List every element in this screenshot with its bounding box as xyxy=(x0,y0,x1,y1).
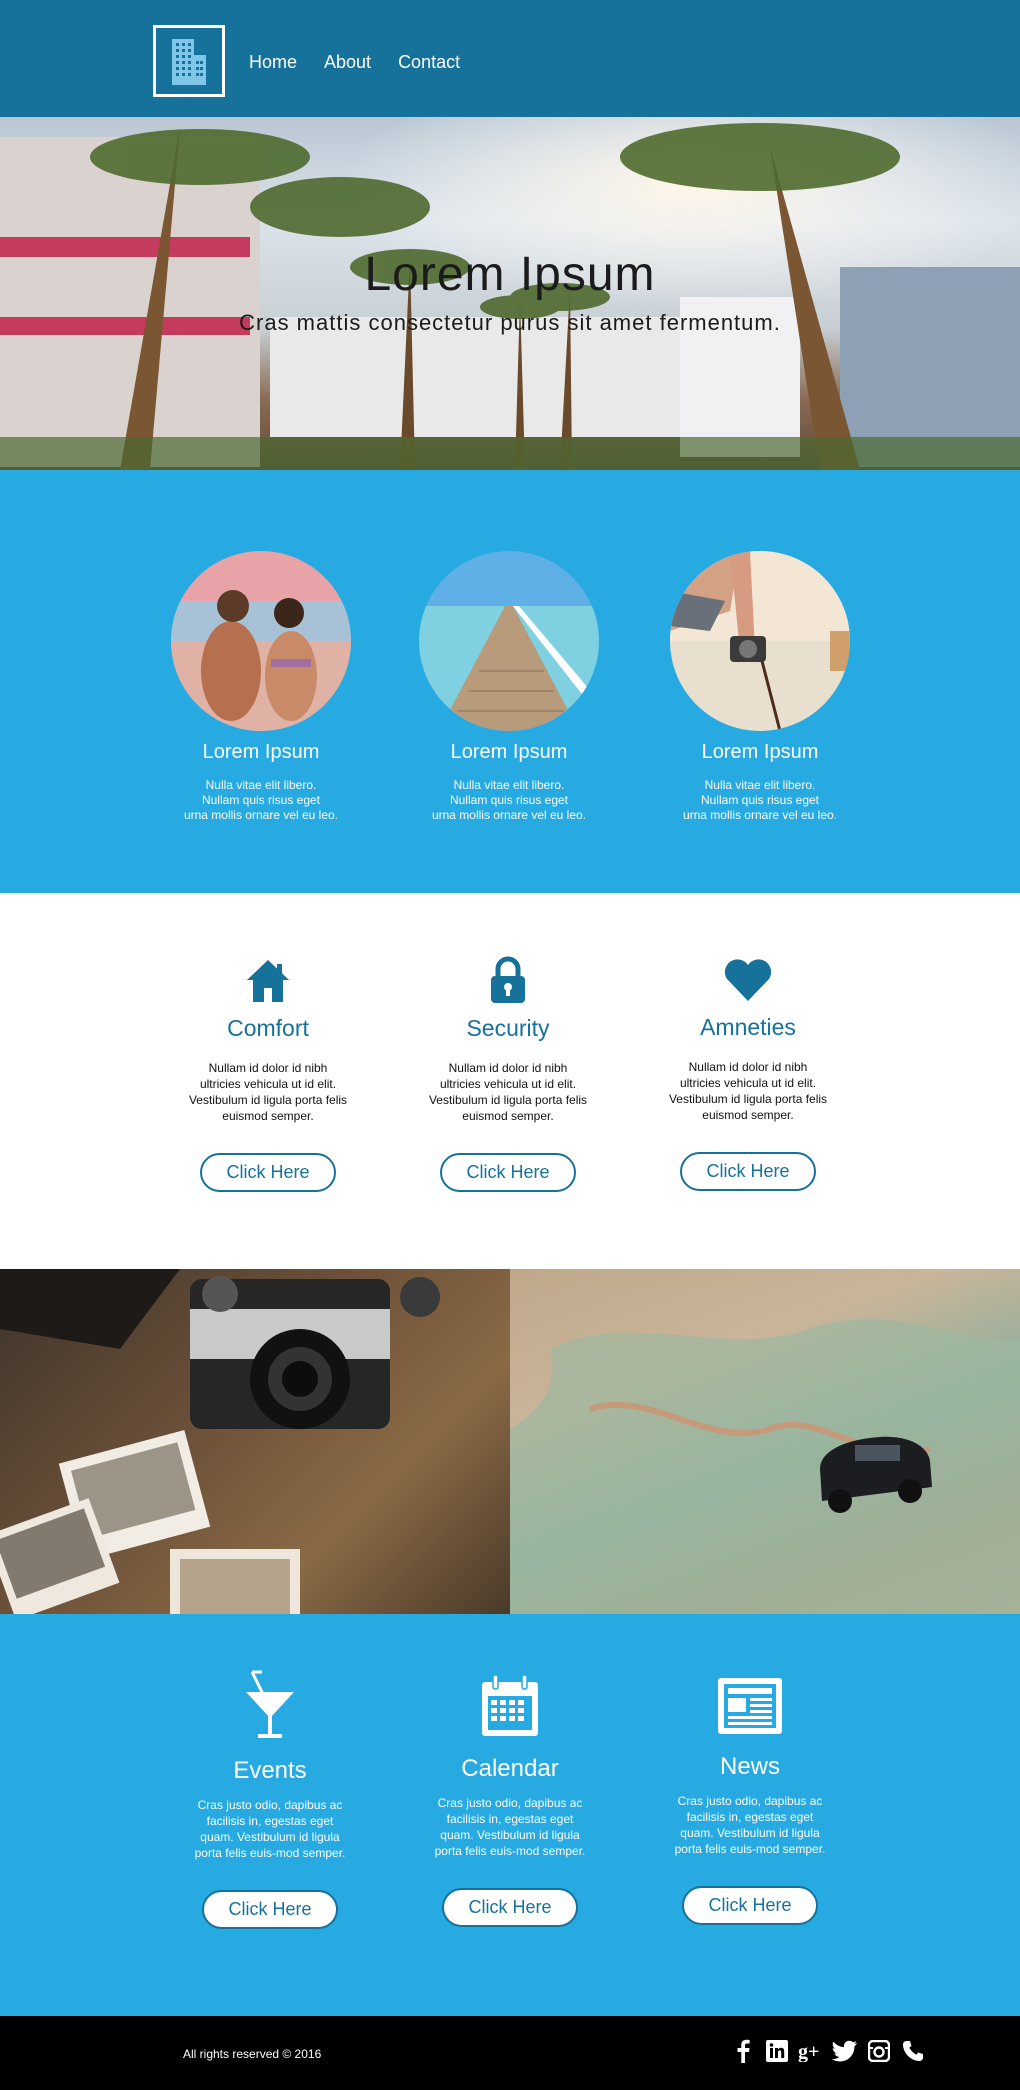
couple-beach-image[interactable] xyxy=(171,551,351,731)
calendar-click-button[interactable]: Click Here xyxy=(442,1888,578,1927)
news-click-button[interactable]: Click Here xyxy=(682,1886,818,1925)
service-card: Events Cras justo odio, dapibus ac facil… xyxy=(190,1670,350,1929)
service-title: News xyxy=(719,1753,780,1780)
main-nav: Home About Contact xyxy=(249,52,487,73)
events-click-button[interactable]: Click Here xyxy=(202,1890,338,1929)
newspaper-icon xyxy=(718,1678,782,1734)
feature-card: Lorem Ipsum Nulla vitae elit libero. Nul… xyxy=(650,551,870,823)
amenity-card: Comfort Nullam id dolor id nibh ultricie… xyxy=(188,958,348,1192)
feature-title: Lorem Ipsum xyxy=(450,741,568,763)
nav-contact-link[interactable]: Contact xyxy=(398,52,460,73)
linkedin-icon[interactable] xyxy=(764,2036,790,2066)
google-plus-icon[interactable]: g+ xyxy=(798,2036,824,2066)
feature-title: Lorem Ipsum xyxy=(202,741,320,763)
amenity-text: Nullam id dolor id nibh ultricies vehicu… xyxy=(428,1061,588,1123)
service-title: Calendar xyxy=(461,1755,559,1782)
services-section: Events Cras justo odio, dapibus ac facil… xyxy=(0,1614,1020,2016)
service-title: Events xyxy=(233,1757,307,1784)
camera-beach-image[interactable] xyxy=(670,551,850,731)
calendar-icon xyxy=(482,1674,538,1736)
feature-card: Lorem Ipsum Nulla vitae elit libero. Nul… xyxy=(399,551,619,823)
pier-image[interactable] xyxy=(419,551,599,731)
nav-home-link[interactable]: Home xyxy=(249,52,297,73)
facebook-icon[interactable] xyxy=(730,2036,756,2066)
service-text: Cras justo odio, dapibus ac facilisis in… xyxy=(194,1798,346,1860)
amenity-card: Amneties Nullam id dolor id nibh ultrici… xyxy=(668,957,828,1191)
cocktail-icon xyxy=(246,1670,294,1738)
heart-icon xyxy=(724,959,772,1001)
hero-title: Lorem Ipsum xyxy=(364,248,656,301)
twitter-icon[interactable] xyxy=(832,2036,858,2066)
camera-map-image xyxy=(0,1269,510,1614)
service-text: Cras justo odio, dapibus ac facilisis in… xyxy=(434,1796,586,1858)
feature-text: Nulla vitae elit libero. Nullam quis ris… xyxy=(183,778,339,822)
building-icon xyxy=(172,39,206,85)
amenities-section: Comfort Nullam id dolor id nibh ultricie… xyxy=(0,893,1020,1269)
amenity-text: Nullam id dolor id nibh ultricies vehicu… xyxy=(188,1061,348,1123)
security-click-button[interactable]: Click Here xyxy=(440,1153,576,1192)
world-map-image xyxy=(510,1269,1020,1614)
phone-icon[interactable] xyxy=(900,2036,926,2066)
copyright-text: All rights reserved © 2016 xyxy=(183,2047,322,2061)
amenity-text: Nullam id dolor id nibh ultricies vehicu… xyxy=(668,1060,828,1122)
instagram-icon[interactable] xyxy=(866,2036,892,2066)
service-card: Calendar Cras justo odio, dapibus ac fac… xyxy=(430,1674,590,1927)
nav-about-link[interactable]: About xyxy=(324,52,371,73)
amenity-title: Amneties xyxy=(700,1014,796,1040)
site-header: Home About Contact xyxy=(0,0,1020,117)
svg-text:g+: g+ xyxy=(798,2041,819,2062)
service-card: News Cras justo odio, dapibus ac facilis… xyxy=(670,1676,830,1925)
photo-strip xyxy=(0,1269,1020,1614)
hero-subtitle: Cras mattis consectetur purus sit amet f… xyxy=(239,310,781,335)
amenity-card: Security Nullam id dolor id nibh ultrici… xyxy=(428,956,588,1192)
comfort-click-button[interactable]: Click Here xyxy=(200,1153,336,1192)
feature-title: Lorem Ipsum xyxy=(701,741,819,763)
home-icon xyxy=(247,960,289,1002)
social-links: g+ xyxy=(730,2036,926,2066)
features-section: Lorem Ipsum Nulla vitae elit libero. Nul… xyxy=(0,470,1020,893)
feature-text: Nulla vitae elit libero. Nullam quis ris… xyxy=(682,778,838,822)
amenity-title: Comfort xyxy=(227,1015,309,1041)
logo[interactable] xyxy=(153,25,225,97)
feature-text: Nulla vitae elit libero. Nullam quis ris… xyxy=(431,778,587,822)
lock-icon xyxy=(491,956,525,1003)
feature-card: Lorem Ipsum Nulla vitae elit libero. Nul… xyxy=(151,551,371,823)
amenity-title: Security xyxy=(466,1015,550,1041)
hero-banner: Lorem Ipsum Cras mattis consectetur puru… xyxy=(0,117,1020,470)
amneties-click-button[interactable]: Click Here xyxy=(680,1152,816,1191)
service-text: Cras justo odio, dapibus ac facilisis in… xyxy=(674,1794,826,1856)
site-footer: All rights reserved © 2016 g+ xyxy=(0,2016,1020,2090)
